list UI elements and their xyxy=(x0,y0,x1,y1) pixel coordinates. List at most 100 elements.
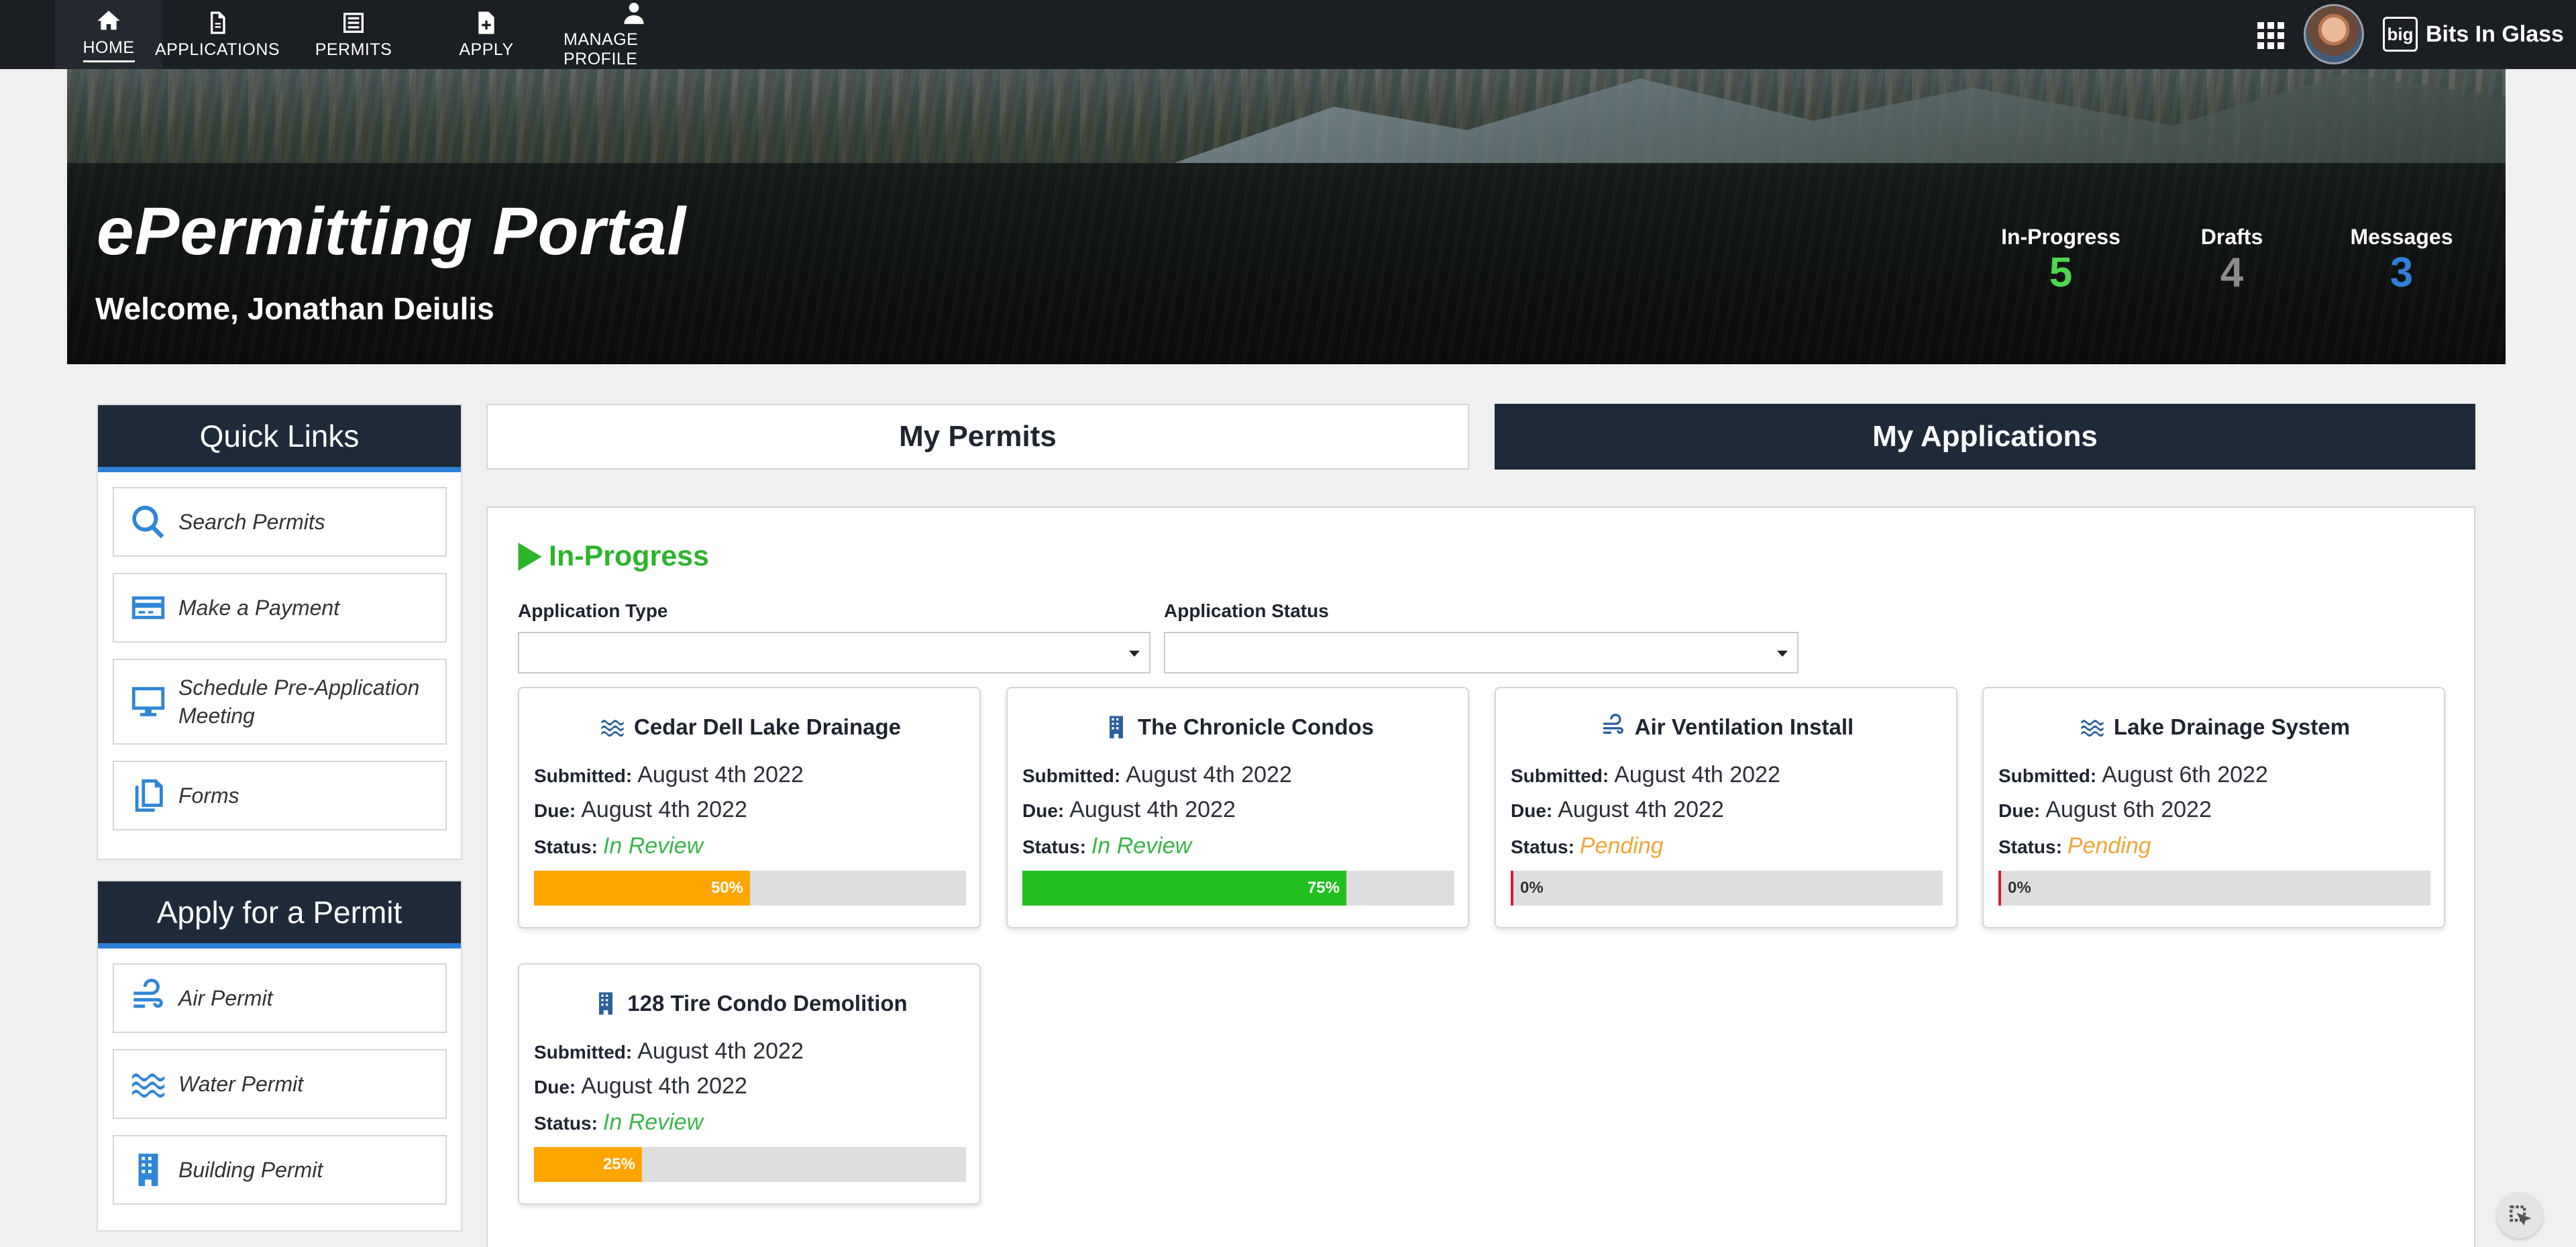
stat-drafts[interactable]: Drafts 4 xyxy=(2158,225,2306,294)
building-icon xyxy=(138,1153,158,1187)
card-submitted: Submitted: August 4th 2022 xyxy=(1022,762,1292,788)
submitted-label: Submitted: xyxy=(534,765,633,786)
apply-air-permit[interactable]: Air Permit xyxy=(113,963,447,1033)
progress-bar: 0% xyxy=(1511,871,1943,906)
water-icon xyxy=(601,720,624,737)
nav-applications[interactable]: APPLICATIONS xyxy=(154,0,280,69)
progress-label: 50% xyxy=(710,879,743,897)
application-type-label: Application Type xyxy=(518,600,668,621)
water-icon xyxy=(2081,720,2104,737)
home-icon xyxy=(97,10,120,30)
due-label: Due: xyxy=(1998,800,2041,821)
section-title: In-Progress xyxy=(549,540,709,572)
card-title-text: Cedar Dell Lake Drainage xyxy=(634,714,901,739)
wind-icon xyxy=(133,979,163,1008)
cursor-select-icon xyxy=(2510,1205,2531,1226)
nav-manage-profile[interactable]: MANAGE PROFILE xyxy=(564,0,704,69)
welcome-message: Welcome, Jonathan Deiulis xyxy=(95,291,494,326)
apply-permit-title: Apply for a Permit xyxy=(98,881,461,948)
progress-bar: 0% xyxy=(1998,871,2430,906)
submitted-date: August 4th 2022 xyxy=(637,1038,804,1064)
progress-label: 25% xyxy=(602,1155,635,1173)
application-card[interactable]: Air Ventilation Install Submitted: August… xyxy=(1495,687,1957,928)
due-date: August 4th 2022 xyxy=(581,1073,747,1099)
progress-label: 0% xyxy=(1520,879,1544,897)
section-in-progress: In-Progress xyxy=(518,540,709,573)
submitted-date: August 4th 2022 xyxy=(1614,762,1780,788)
apply-permit-label: Water Permit xyxy=(178,1072,304,1096)
apply-water-permit[interactable]: Water Permit xyxy=(113,1049,447,1119)
monitor-icon xyxy=(131,687,165,716)
due-date: August 6th 2022 xyxy=(2045,797,2212,822)
chevron-down-icon xyxy=(1129,651,1140,657)
nav-home[interactable]: HOME xyxy=(55,0,162,69)
quick-links-title: Quick Links xyxy=(98,405,461,472)
nav-permits[interactable]: PERMITS xyxy=(310,0,397,69)
water-icon xyxy=(131,1073,165,1098)
submitted-label: Submitted: xyxy=(534,1042,633,1063)
progress-fill: 25% xyxy=(534,1147,642,1182)
status-value: In Review xyxy=(602,1109,704,1135)
card-status: Status: Pending xyxy=(1998,833,2151,859)
card-due: Due: August 4th 2022 xyxy=(534,1073,747,1099)
card-submitted: Submitted: August 4th 2022 xyxy=(534,1038,804,1065)
apply-building-permit[interactable]: Building Permit xyxy=(113,1135,447,1205)
building-icon xyxy=(599,992,613,1015)
application-status-select[interactable] xyxy=(1164,632,1799,673)
nav-permits-label: PERMITS xyxy=(315,40,392,59)
progress-bar: 75% xyxy=(1022,871,1454,906)
status-label: Status: xyxy=(534,836,598,857)
app-grid-icon[interactable] xyxy=(2257,22,2284,49)
status-label: Status: xyxy=(1998,836,2062,857)
due-label: Due: xyxy=(1022,800,1065,821)
quick-links-panel: Quick Links Search Permits Make a Paymen… xyxy=(97,404,462,860)
quick-link-label: Search Permits xyxy=(178,510,325,534)
quick-link-make-payment[interactable]: Make a Payment xyxy=(113,573,447,643)
tab-my-permits[interactable]: My Permits xyxy=(486,404,1469,470)
select-tool-button[interactable] xyxy=(2497,1193,2542,1238)
application-type-select[interactable] xyxy=(518,632,1150,673)
application-card[interactable]: 128 Tire Condo Demolition Submitted: Augu… xyxy=(518,963,981,1205)
application-card[interactable]: Lake Drainage System Submitted: August 6t… xyxy=(1982,687,2445,928)
card-title: Air Ventilation Install xyxy=(1496,714,1956,741)
due-date: August 4th 2022 xyxy=(1069,797,1236,822)
card-due: Due: August 6th 2022 xyxy=(1998,797,2212,823)
quick-link-forms[interactable]: Forms xyxy=(113,761,447,830)
progress-bar: 50% xyxy=(534,871,966,906)
progress-fill xyxy=(1998,871,2001,906)
stat-messages-value: 3 xyxy=(2390,250,2414,296)
card-status: Status: In Review xyxy=(1022,833,1191,859)
nav-apply[interactable]: APPLY xyxy=(443,0,530,69)
card-title-text: Air Ventilation Install xyxy=(1634,714,1854,739)
submitted-date: August 6th 2022 xyxy=(2102,762,2268,788)
avatar[interactable] xyxy=(2304,4,2364,64)
search-icon xyxy=(132,505,164,539)
apply-permit-label: Air Permit xyxy=(178,986,273,1010)
hero-banner: ePermitting Portal Welcome, Jonathan Dei… xyxy=(67,69,2506,364)
list-icon xyxy=(343,13,364,33)
play-icon xyxy=(518,542,542,571)
tab-my-applications[interactable]: My Applications xyxy=(1495,404,2475,470)
document-icon xyxy=(211,11,225,34)
card-status: Status: Pending xyxy=(1511,833,1664,859)
due-label: Due: xyxy=(534,1077,576,1097)
status-value: Pending xyxy=(1579,833,1664,859)
quick-link-schedule-meeting[interactable]: Schedule Pre-Application Meeting xyxy=(113,659,447,745)
nav-applications-label: APPLICATIONS xyxy=(154,40,280,59)
credit-card-icon xyxy=(131,596,165,619)
status-label: Status: xyxy=(1022,836,1086,857)
top-navigation-bar: HOME APPLICATIONS PERMITS APPLY MANAGE P… xyxy=(0,0,2576,69)
stat-in-progress[interactable]: In-Progress 5 xyxy=(1987,225,2135,294)
application-status-label: Application Status xyxy=(1164,600,1329,621)
application-card[interactable]: Cedar Dell Lake Drainage Submitted: Augus… xyxy=(518,687,981,928)
nav-apply-label: APPLY xyxy=(459,40,514,59)
card-title: Cedar Dell Lake Drainage xyxy=(519,714,979,741)
stat-messages[interactable]: Messages 3 xyxy=(2328,225,2475,294)
quick-link-search-permits[interactable]: Search Permits xyxy=(113,487,447,557)
building-icon xyxy=(1109,716,1123,739)
card-submitted: Submitted: August 6th 2022 xyxy=(1998,762,2268,788)
card-status: Status: In Review xyxy=(534,1109,703,1136)
card-due: Due: August 4th 2022 xyxy=(1022,797,1236,823)
status-value: Pending xyxy=(2067,833,2151,859)
application-card[interactable]: The Chronicle Condos Submitted: August 4t… xyxy=(1006,687,1469,928)
